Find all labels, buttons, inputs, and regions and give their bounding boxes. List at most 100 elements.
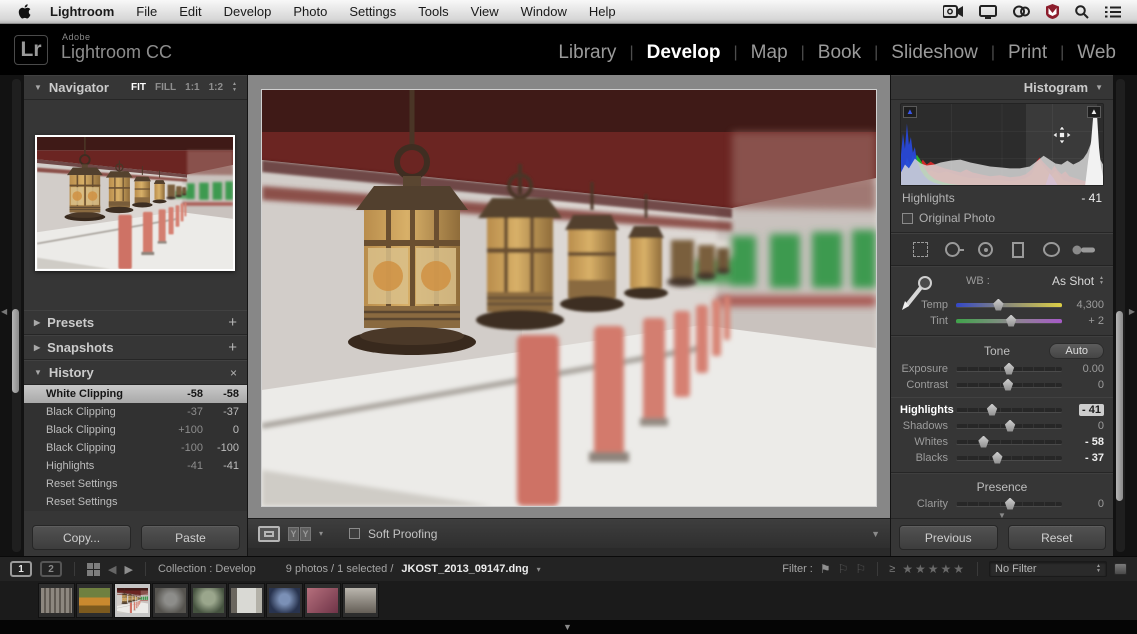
filmstrip-thumbnail-5[interactable] <box>190 583 227 618</box>
wb-stepper-icon[interactable]: ▲▼ <box>1099 276 1104 286</box>
paste-button[interactable]: Paste <box>141 525 240 550</box>
toolbar-options-icon[interactable]: ▼ <box>871 529 880 539</box>
right-panel-collapse-icon[interactable]: ▶ <box>1129 307 1135 316</box>
red-eye-icon[interactable] <box>973 240 999 260</box>
flag-rejected-icon[interactable]: ⚐ <box>855 562 866 576</box>
blacks-slider[interactable] <box>956 456 1062 461</box>
filter-preset-dropdown[interactable]: No Filter ▲▼ <box>989 561 1107 577</box>
graduated-filter-icon[interactable] <box>1005 240 1031 260</box>
loupe-view-icon[interactable] <box>258 526 280 542</box>
histogram-display[interactable]: ▲ ▲ <box>900 103 1104 186</box>
main-photo[interactable] <box>262 90 876 506</box>
wb-eyedropper-icon[interactable] <box>899 275 933 316</box>
module-map[interactable]: Map <box>738 42 801 64</box>
module-develop[interactable]: Develop <box>634 42 734 64</box>
right-scrollbar-thumb[interactable] <box>1116 311 1123 501</box>
crop-overlay-icon[interactable] <box>907 240 933 260</box>
left-scrollbar-track[interactable] <box>12 79 21 552</box>
temp-value[interactable]: 4,300 <box>1062 299 1104 311</box>
snapshots-add-icon[interactable]: + <box>228 339 237 356</box>
presets-add-icon[interactable]: + <box>228 314 237 331</box>
creative-cloud-icon[interactable] <box>1013 4 1030 19</box>
selected-filename[interactable]: JKOST_2013_09147.dng <box>401 563 528 575</box>
next-photo-icon[interactable]: ▶ <box>124 563 132 576</box>
video-icon[interactable] <box>943 5 963 18</box>
history-header[interactable]: ▼ History × <box>24 360 247 385</box>
zoom-stepper-icon[interactable]: ▲▼ <box>232 82 237 93</box>
previous-button[interactable]: Previous <box>899 525 998 550</box>
before-after-view-icon[interactable]: Y Y <box>288 527 311 541</box>
history-item[interactable]: White Clipping -58 -58 <box>24 385 247 403</box>
filmstrip-thumbnail-4[interactable] <box>152 583 189 618</box>
module-slideshow[interactable]: Slideshow <box>878 42 991 64</box>
history-clear-icon[interactable]: × <box>230 366 237 380</box>
exposure-slider[interactable] <box>956 367 1062 372</box>
wb-value-dropdown[interactable]: As Shot <box>1052 274 1094 288</box>
histogram-header[interactable]: Histogram ▼ <box>891 75 1113 100</box>
before-after-dropdown-icon[interactable]: ▾ <box>319 529 323 538</box>
history-item[interactable]: Black Clipping -37 -37 <box>24 403 247 421</box>
menu-develop[interactable]: Develop <box>213 4 283 19</box>
filmstrip-thumbnail-3-selected[interactable] <box>114 583 151 618</box>
left-scrollbar-thumb[interactable] <box>12 309 19 393</box>
zoom-mode-1-2[interactable]: 1:2 <box>209 82 223 93</box>
auto-tone-button[interactable]: Auto <box>1049 343 1104 359</box>
filmstrip-thumbnail-8[interactable] <box>304 583 341 618</box>
snapshots-header[interactable]: ▶ Snapshots + <box>24 335 247 360</box>
tint-slider[interactable] <box>956 319 1062 324</box>
collection-breadcrumb[interactable]: Collection : Develop <box>158 563 256 575</box>
filmstrip-thumbnail-7[interactable] <box>266 583 303 618</box>
shadows-slider[interactable] <box>956 424 1062 429</box>
shadow-clipping-indicator[interactable]: ▲ <box>903 106 917 118</box>
module-library[interactable]: Library <box>545 42 629 64</box>
module-book[interactable]: Book <box>805 42 874 64</box>
search-icon[interactable] <box>1075 5 1089 19</box>
clarity-slider[interactable] <box>956 502 1062 507</box>
second-window-button[interactable]: 2 <box>40 561 62 577</box>
flag-picked-icon[interactable]: ⚑ <box>820 562 831 576</box>
previous-photo-icon[interactable]: ◀ <box>108 563 116 576</box>
module-print[interactable]: Print <box>995 42 1060 64</box>
grid-view-icon[interactable] <box>87 563 100 576</box>
reset-button[interactable]: Reset <box>1008 525 1107 550</box>
history-item[interactable]: Black Clipping +100 0 <box>24 421 247 439</box>
menubar-app-name[interactable]: Lightroom <box>39 4 125 19</box>
star-rating-filter[interactable]: ★★★★★ <box>902 562 966 576</box>
temp-slider[interactable] <box>956 303 1062 308</box>
clarity-value[interactable]: 0 <box>1062 498 1104 510</box>
menu-help[interactable]: Help <box>578 4 627 19</box>
main-window-button[interactable]: 1 <box>10 561 32 577</box>
left-panel-collapse-icon[interactable]: ◀ <box>1 307 7 316</box>
adjustment-brush-icon[interactable] <box>1071 240 1097 260</box>
spot-removal-icon[interactable] <box>940 240 966 260</box>
contrast-value[interactable]: 0 <box>1062 379 1104 391</box>
right-scrollbar-track[interactable] <box>1116 79 1125 552</box>
menu-list-icon[interactable] <box>1105 6 1121 18</box>
filmstrip-thumbnail-2[interactable] <box>76 583 113 618</box>
filmstrip-thumbnail-1[interactable] <box>38 583 75 618</box>
module-web[interactable]: Web <box>1064 42 1129 64</box>
menu-file[interactable]: File <box>125 4 168 19</box>
original-photo-checkbox[interactable] <box>902 213 913 224</box>
contrast-slider[interactable] <box>956 383 1062 388</box>
rating-ge-symbol[interactable]: ≥ <box>889 563 895 575</box>
history-item[interactable]: Highlights -41 -41 <box>24 457 247 475</box>
mcafee-shield-icon[interactable] <box>1046 4 1059 19</box>
exposure-value[interactable]: 0.00 <box>1062 363 1104 375</box>
soft-proofing-checkbox[interactable] <box>349 528 360 539</box>
filmstrip-thumbnail-6[interactable] <box>228 583 265 618</box>
filename-dropdown-icon[interactable]: ▾ <box>537 565 541 574</box>
whites-value[interactable]: - 58 <box>1062 436 1104 448</box>
apple-menu-icon[interactable] <box>10 4 39 19</box>
highlight-clipping-indicator[interactable]: ▲ <box>1087 106 1101 118</box>
highlights-slider[interactable] <box>956 408 1062 413</box>
filter-toggle-icon[interactable] <box>1114 563 1127 575</box>
menu-edit[interactable]: Edit <box>168 4 212 19</box>
whites-slider[interactable] <box>956 440 1062 445</box>
flag-unflagged-icon[interactable]: ⚐ <box>838 562 849 576</box>
menu-photo[interactable]: Photo <box>282 4 338 19</box>
copy-button[interactable]: Copy... <box>32 525 131 550</box>
history-item[interactable]: Reset Settings <box>24 493 247 511</box>
presets-header[interactable]: ▶ Presets + <box>24 310 247 335</box>
menu-view[interactable]: View <box>460 4 510 19</box>
